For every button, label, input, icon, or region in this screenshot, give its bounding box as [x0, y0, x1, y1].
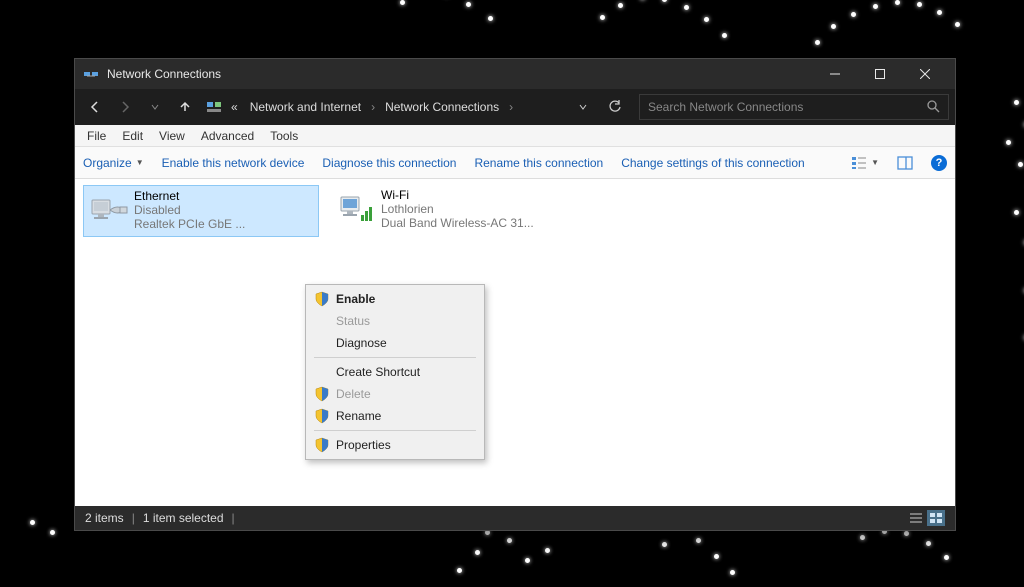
refresh-button[interactable]: [601, 100, 629, 114]
icons-view-button[interactable]: [927, 510, 945, 526]
enable-device-button[interactable]: Enable this network device: [162, 156, 305, 170]
content-area[interactable]: Ethernet Disabled Realtek PCIe GbE ...: [75, 179, 955, 506]
adapter-device: Dual Band Wireless-AC 31...: [381, 216, 563, 230]
help-button[interactable]: ?: [931, 155, 947, 171]
adapter-name: Ethernet: [134, 189, 314, 203]
chevron-right-icon[interactable]: ›: [369, 100, 377, 114]
control-panel-icon: [205, 94, 223, 120]
menu-tools[interactable]: Tools: [262, 127, 306, 145]
preview-pane-button[interactable]: [897, 155, 913, 171]
context-status: Status: [308, 310, 482, 332]
status-item-count: 2 items: [85, 511, 124, 525]
wifi-icon: [335, 188, 379, 232]
menu-bar: File Edit View Advanced Tools: [75, 125, 955, 147]
search-input[interactable]: [648, 100, 926, 114]
separator: [314, 357, 476, 358]
caret-down-icon: ▼: [136, 158, 144, 167]
address-bar[interactable]: « Network and Internet › Network Connect…: [201, 94, 633, 120]
context-diagnose[interactable]: Diagnose: [308, 332, 482, 354]
diagnose-button[interactable]: Diagnose this connection: [322, 156, 456, 170]
status-selected-count: 1 item selected: [143, 511, 224, 525]
context-delete: Delete: [308, 383, 482, 405]
navigation-bar: « Network and Internet › Network Connect…: [75, 89, 955, 125]
shield-icon: [314, 291, 330, 310]
view-options-button[interactable]: ▼: [851, 155, 879, 171]
shield-icon: [314, 437, 330, 456]
context-create-shortcut[interactable]: Create Shortcut: [308, 361, 482, 383]
shield-icon: [314, 386, 330, 405]
menu-view[interactable]: View: [151, 127, 193, 145]
search-icon[interactable]: [926, 99, 940, 116]
window-icon: [83, 66, 99, 82]
details-view-button[interactable]: [907, 510, 925, 526]
recent-dropdown[interactable]: [141, 93, 169, 121]
address-dropdown[interactable]: [569, 102, 597, 112]
titlebar[interactable]: Network Connections: [75, 59, 955, 89]
ethernet-icon: [88, 189, 132, 233]
adapter-ethernet[interactable]: Ethernet Disabled Realtek PCIe GbE ...: [83, 185, 319, 237]
menu-edit[interactable]: Edit: [114, 127, 151, 145]
maximize-button[interactable]: [857, 59, 902, 89]
forward-button[interactable]: [111, 93, 139, 121]
minimize-button[interactable]: [812, 59, 857, 89]
breadcrumb-item-0[interactable]: Network and Internet: [246, 100, 365, 114]
context-menu: Enable Status Diagnose Create Shortcut D…: [305, 284, 485, 460]
adapter-device: Realtek PCIe GbE ...: [134, 217, 314, 231]
context-rename[interactable]: Rename: [308, 405, 482, 427]
search-box[interactable]: [639, 94, 949, 120]
menu-file[interactable]: File: [79, 127, 114, 145]
breadcrumb-prefix[interactable]: «: [227, 100, 242, 114]
window-title: Network Connections: [107, 67, 812, 81]
context-properties[interactable]: Properties: [308, 434, 482, 456]
menu-advanced[interactable]: Advanced: [193, 127, 262, 145]
context-enable[interactable]: Enable: [308, 288, 482, 310]
adapter-wifi[interactable]: Wi-Fi Lothlorien Dual Band Wireless-AC 3…: [331, 185, 567, 237]
adapter-name: Wi-Fi: [381, 188, 563, 202]
adapter-status: Disabled: [134, 203, 314, 217]
back-button[interactable]: [81, 93, 109, 121]
rename-button[interactable]: Rename this connection: [474, 156, 603, 170]
breadcrumb-item-1[interactable]: Network Connections: [381, 100, 503, 114]
toolbar: Organize ▼ Enable this network device Di…: [75, 147, 955, 179]
separator: [314, 430, 476, 431]
network-connections-window: Network Connections: [74, 58, 956, 531]
status-bar: 2 items | 1 item selected |: [75, 506, 955, 530]
close-button[interactable]: [902, 59, 947, 89]
chevron-right-icon[interactable]: ›: [507, 100, 515, 114]
caret-down-icon: ▼: [871, 158, 879, 167]
organize-button[interactable]: Organize ▼: [83, 156, 144, 170]
adapter-status: Lothlorien: [381, 202, 563, 216]
up-button[interactable]: [171, 93, 199, 121]
shield-icon: [314, 408, 330, 427]
change-settings-button[interactable]: Change settings of this connection: [621, 156, 804, 170]
